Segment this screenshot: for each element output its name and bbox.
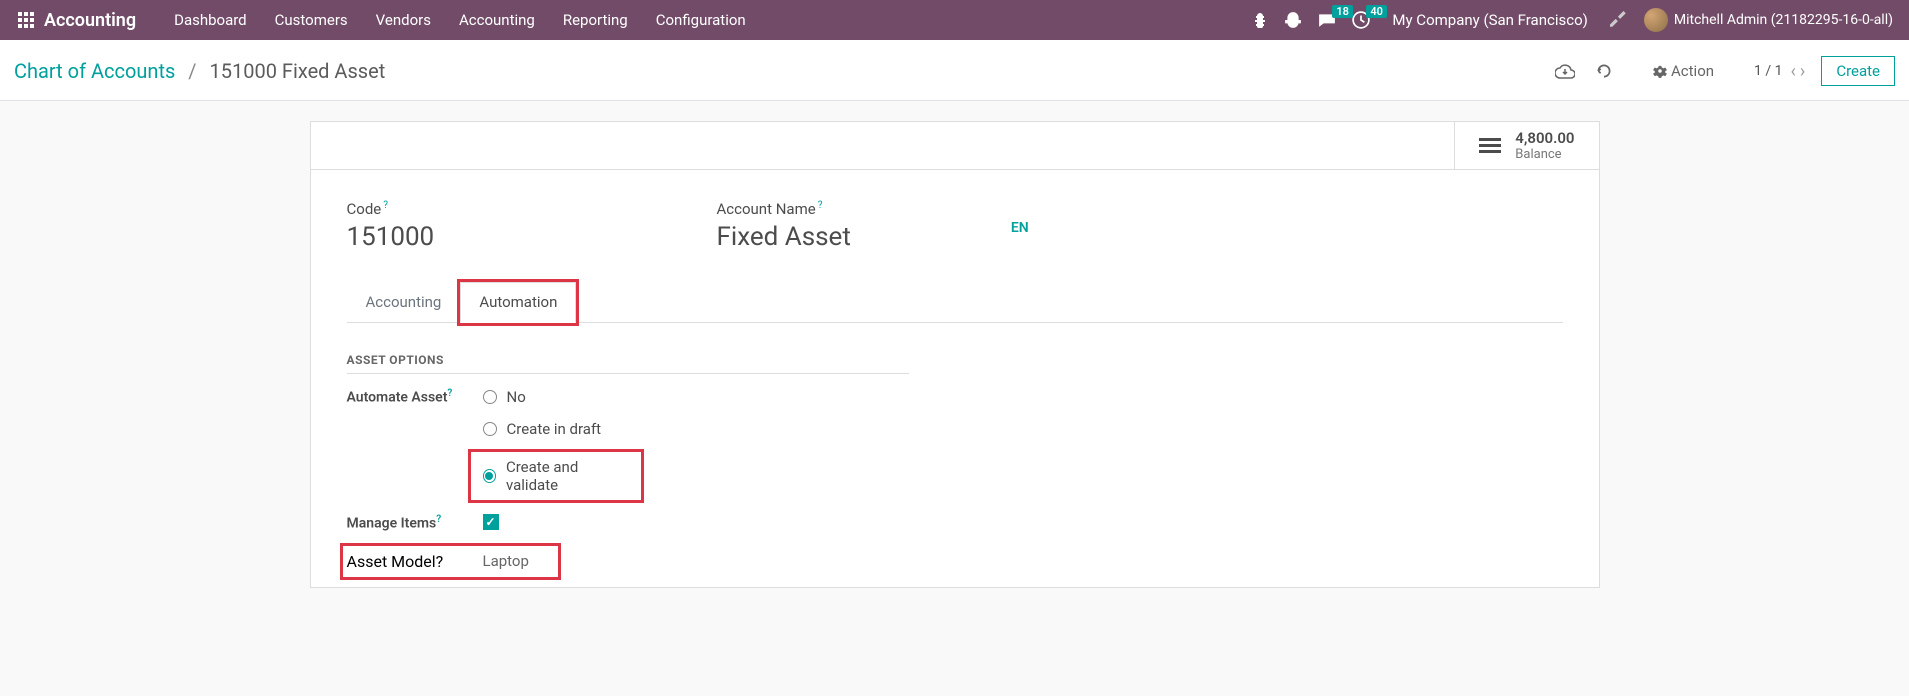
radio-icon bbox=[483, 422, 497, 436]
tab-automation-content: ASSET OPTIONS Automate Asset? No Create … bbox=[347, 323, 1563, 577]
balance-label: Balance bbox=[1515, 147, 1574, 162]
asset-options-heading: ASSET OPTIONS bbox=[347, 353, 909, 374]
breadcrumb-separator: / bbox=[188, 59, 196, 83]
create-button[interactable]: Create bbox=[1821, 56, 1895, 86]
avatar bbox=[1644, 8, 1668, 32]
menu-reporting[interactable]: Reporting bbox=[563, 11, 628, 29]
top-navbar: Accounting Dashboard Customers Vendors A… bbox=[0, 0, 1909, 40]
radio-icon-selected bbox=[483, 469, 496, 483]
action-label: Action bbox=[1671, 62, 1714, 80]
asset-model-label: Asset Model? bbox=[347, 552, 483, 571]
menu-accounting[interactable]: Accounting bbox=[459, 11, 535, 29]
radio-automate-validate[interactable]: Create and validate bbox=[471, 452, 641, 500]
pager-next-icon[interactable]: › bbox=[1800, 61, 1805, 82]
asset-model-value[interactable]: Laptop bbox=[483, 552, 529, 570]
help-icon[interactable]: ? bbox=[436, 514, 441, 525]
journal-lines-icon bbox=[1479, 138, 1501, 153]
help-icon[interactable]: ? bbox=[383, 200, 388, 211]
pager-prev-icon[interactable]: ‹ bbox=[1791, 61, 1796, 82]
action-dropdown[interactable]: Action bbox=[1653, 62, 1714, 80]
manage-items-checkbox[interactable] bbox=[483, 514, 499, 530]
user-menu[interactable]: Mitchell Admin (21182295-16-0-all) bbox=[1644, 8, 1893, 32]
menu-configuration[interactable]: Configuration bbox=[656, 11, 746, 29]
debug-tools-icon[interactable] bbox=[1610, 11, 1628, 29]
cloud-save-icon[interactable] bbox=[1555, 63, 1575, 79]
tab-accounting[interactable]: Accounting bbox=[347, 282, 461, 322]
messages-badge: 18 bbox=[1332, 5, 1353, 18]
messages-icon[interactable]: 18 bbox=[1318, 11, 1336, 29]
activities-icon[interactable]: 40 bbox=[1352, 11, 1370, 29]
radio-icon bbox=[483, 390, 497, 404]
company-selector[interactable]: My Company (San Francisco) bbox=[1392, 11, 1587, 29]
radio-label: Create in draft bbox=[507, 420, 602, 438]
menu-dashboard[interactable]: Dashboard bbox=[174, 11, 247, 29]
pager[interactable]: 1 / 1 bbox=[1754, 63, 1782, 79]
help-icon[interactable]: ? bbox=[818, 200, 823, 211]
automate-asset-label: Automate Asset? bbox=[347, 388, 483, 406]
help-icon[interactable]: ? bbox=[447, 388, 452, 399]
manage-items-label: Manage Items? bbox=[347, 514, 483, 532]
breadcrumb-root[interactable]: Chart of Accounts bbox=[14, 59, 175, 83]
account-name-label: Account Name? bbox=[717, 200, 851, 218]
radio-label: Create and validate bbox=[506, 458, 629, 494]
control-panel: Chart of Accounts / 151000 Fixed Asset A… bbox=[0, 40, 1909, 101]
account-name-value[interactable]: Fixed Asset bbox=[717, 222, 851, 252]
breadcrumb-current: 151000 Fixed Asset bbox=[210, 59, 386, 83]
tab-automation[interactable]: Automation bbox=[460, 282, 576, 323]
breadcrumb: Chart of Accounts / 151000 Fixed Asset bbox=[14, 59, 385, 83]
help-icon[interactable]: ? bbox=[436, 552, 444, 571]
menu-customers[interactable]: Customers bbox=[275, 11, 348, 29]
code-value[interactable]: 151000 bbox=[347, 222, 657, 252]
menu-vendors[interactable]: Vendors bbox=[376, 11, 431, 29]
bug-icon[interactable] bbox=[1252, 12, 1268, 28]
app-brand[interactable]: Accounting bbox=[44, 10, 136, 31]
apps-icon[interactable] bbox=[18, 12, 34, 28]
activities-badge: 40 bbox=[1366, 5, 1387, 18]
support-icon[interactable] bbox=[1284, 11, 1302, 29]
tab-bar: Accounting Automation bbox=[347, 282, 1563, 323]
balance-amount: 4,800.00 bbox=[1515, 129, 1574, 147]
user-name: Mitchell Admin (21182295-16-0-all) bbox=[1674, 12, 1893, 28]
radio-automate-draft[interactable]: Create in draft bbox=[483, 420, 641, 438]
radio-automate-no[interactable]: No bbox=[483, 388, 641, 406]
undo-icon[interactable] bbox=[1595, 62, 1613, 80]
translate-button[interactable]: EN bbox=[1011, 220, 1029, 236]
status-bar: 4,800.00 Balance bbox=[311, 122, 1599, 170]
balance-button[interactable]: 4,800.00 Balance bbox=[1454, 122, 1598, 169]
code-label: Code? bbox=[347, 200, 657, 218]
form-sheet: 4,800.00 Balance Code? 151000 Account Na… bbox=[310, 121, 1600, 588]
radio-label: No bbox=[507, 388, 526, 406]
